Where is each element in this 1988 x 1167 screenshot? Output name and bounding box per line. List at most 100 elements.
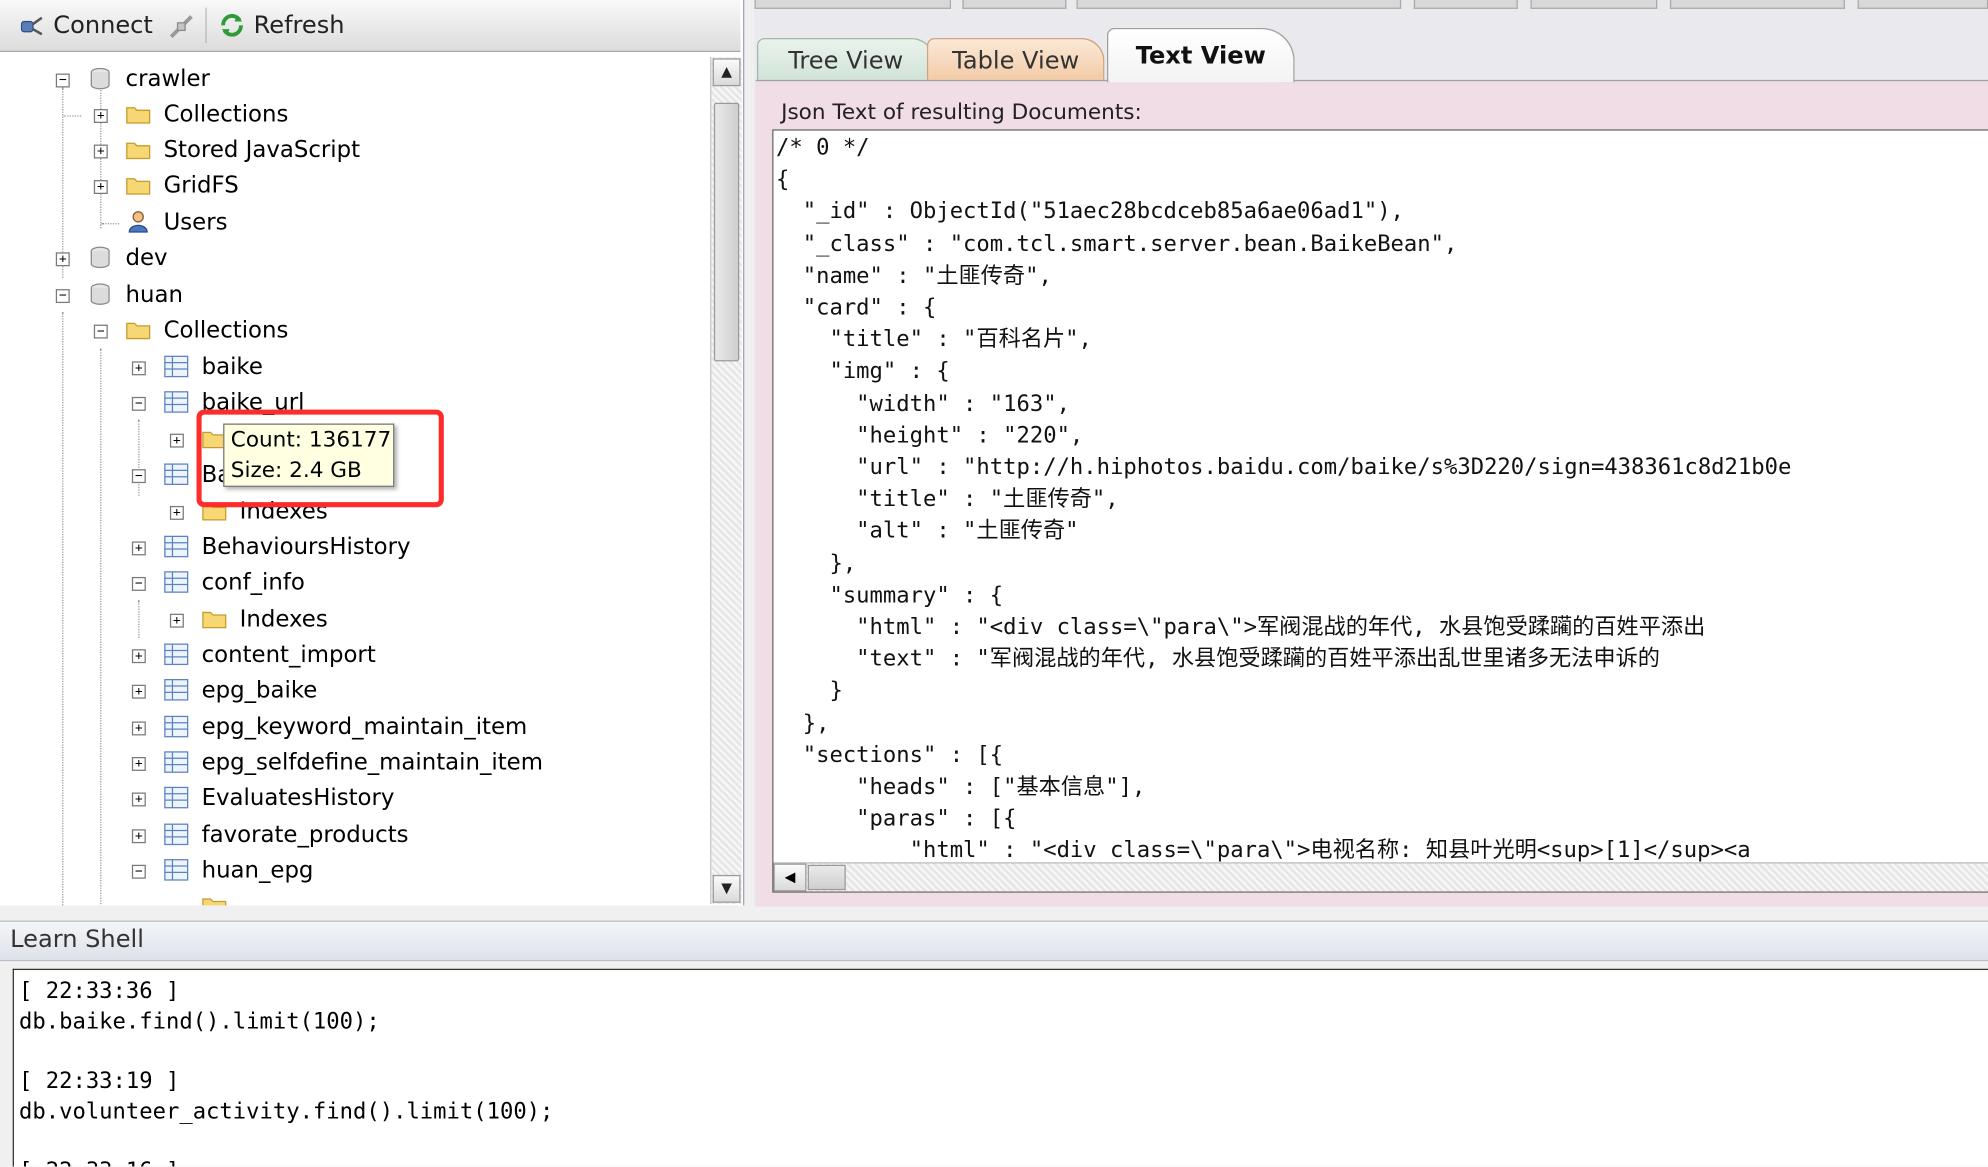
tab-table-view[interactable]: Table View (926, 38, 1105, 83)
expand-toggle[interactable]: + (131, 541, 146, 556)
scrollbar-thumb[interactable] (713, 102, 740, 362)
database-icon (90, 283, 110, 305)
tree-node-conf-info[interactable]: conf_info (202, 568, 305, 598)
folder-icon (126, 142, 151, 160)
top-toolbar-edge (754, 0, 1988, 10)
tree-node-epg-selfdefine-maintain-item[interactable]: epg_selfdefine_maintain_item (202, 748, 543, 778)
tree-node-dev[interactable]: dev (126, 243, 168, 273)
tree-guide (101, 223, 120, 225)
tree-node-crawler[interactable]: crawler (126, 65, 210, 95)
json-line: }, (776, 710, 830, 737)
collection-icon (164, 786, 189, 809)
text-view-panel: Json Text of resulting Documents: /* 0 *… (755, 79, 1988, 907)
expand-toggle[interactable]: + (169, 433, 184, 448)
collapse-toggle[interactable]: − (131, 396, 146, 411)
folder-icon (126, 322, 151, 340)
json-line: "text" : "军阀混战的年代, 水县饱受蹂躏的百姓平添出乱世里诸多无法申诉… (776, 646, 1661, 673)
expand-toggle[interactable]: + (55, 252, 70, 267)
tree-node-favorate-products[interactable]: favorate_products (202, 820, 409, 850)
connect-icon (20, 16, 43, 36)
tree-node-huan-epg[interactable]: huan_epg (202, 856, 314, 886)
json-line: "card" : { (776, 295, 937, 321)
expand-toggle[interactable]: + (169, 505, 184, 520)
shell-history: [ 22:33:36 ] db.baike.find().limit(100); [… (19, 978, 553, 1167)
json-line: "html" : "<div class=\"para\">军阀混战的年代, 水… (776, 615, 1706, 641)
json-line: "height" : "220", (776, 423, 1084, 449)
tree-guide (62, 311, 64, 906)
user-icon (128, 211, 148, 233)
expand-toggle[interactable]: + (131, 792, 146, 807)
refresh-button[interactable]: Refresh (218, 8, 345, 44)
tree-node-huan-collections[interactable]: Collections (164, 316, 289, 346)
expand-toggle[interactable]: + (131, 649, 146, 664)
json-line: } (776, 678, 843, 705)
json-line: { (776, 167, 790, 193)
tree-vertical-scrollbar[interactable]: ▲ ▼ (710, 57, 742, 905)
json-line: "name" : "土匪传奇", (776, 263, 1052, 289)
expand-toggle[interactable]: + (131, 721, 146, 736)
folder-icon (126, 107, 151, 124)
scroll-left-button[interactable]: ◀ (773, 863, 807, 892)
tree-node-epg-baike[interactable]: epg_baike (202, 676, 318, 706)
json-line: "paras" : [{ (776, 806, 1017, 833)
annotation-highlight (196, 409, 444, 508)
disconnect-icon[interactable] (166, 11, 196, 41)
tree-node-gridfs[interactable]: GridFS (164, 171, 239, 201)
tab-text-view[interactable]: Text View (1106, 27, 1295, 83)
tree-node-users[interactable]: Users (164, 208, 228, 238)
json-line: "alt" : "土匪传奇" (776, 519, 1079, 545)
toolbar: Connect Refresh (0, 0, 741, 52)
expand-toggle[interactable]: + (131, 829, 146, 844)
tree-node-epg-keyword-maintain-item[interactable]: epg_keyword_maintain_item (202, 713, 528, 743)
folder-icon (126, 178, 151, 195)
collapse-toggle[interactable]: − (93, 324, 108, 339)
shell-line: [ 22:33:36 ] (19, 978, 180, 1005)
tab-tree-view[interactable]: Tree View (756, 38, 935, 83)
collapse-toggle[interactable]: − (131, 576, 146, 591)
json-line: "img" : { (776, 359, 950, 385)
tree-node-evaluates-history[interactable]: EvaluatesHistory (202, 784, 395, 814)
expand-toggle[interactable]: + (93, 109, 108, 123)
scroll-up-button[interactable]: ▲ (712, 58, 741, 87)
collection-icon (164, 355, 189, 378)
results-pane: Tree View Table View Json Text of result… (754, 0, 1988, 907)
tree-node-crawler-collections[interactable]: Collections (164, 100, 289, 130)
collection-icon (164, 391, 189, 413)
refresh-label: Refresh (253, 11, 345, 40)
toolbar-separator (205, 7, 207, 44)
json-line: /* 0 */ (776, 135, 870, 162)
tree-node-indexes[interactable]: Indexes (240, 605, 328, 635)
folder-icon (202, 611, 227, 629)
expand-toggle[interactable]: + (131, 361, 146, 376)
json-line: }, (776, 551, 857, 577)
json-text-area[interactable]: /* 0 */ { "_id" : ObjectId("51aec28bcdceb… (772, 129, 1988, 893)
tree-node-behaviours-history[interactable]: BehavioursHistory (202, 533, 411, 563)
shell-output[interactable]: [ 22:33:36 ] db.baike.find().limit(100); [… (12, 968, 1988, 1167)
scrollbar-thumb[interactable] (807, 864, 846, 891)
tree-node-huan[interactable]: huan (126, 280, 183, 310)
collection-icon (164, 751, 189, 773)
expand-toggle[interactable]: + (131, 756, 146, 771)
shell-title: Learn Shell (10, 925, 144, 954)
expand-toggle[interactable]: + (169, 613, 184, 628)
json-caption: Json Text of resulting Documents: (781, 100, 1142, 126)
json-line: "summary" : { (776, 583, 1004, 609)
collection-icon (164, 715, 189, 738)
connect-button[interactable]: Connect (18, 8, 153, 44)
collapse-toggle[interactable]: − (55, 289, 70, 304)
collapse-toggle[interactable]: − (131, 469, 146, 484)
json-line: "sections" : [{ (776, 742, 1004, 769)
json-horizontal-scrollbar[interactable]: ◀ (773, 862, 1988, 892)
tree-node-baike[interactable]: baike (202, 353, 263, 383)
scroll-down-button[interactable]: ▼ (712, 874, 741, 903)
tree-node-content-import[interactable]: content_import (202, 640, 376, 670)
database-icon (90, 246, 110, 269)
collapse-toggle[interactable]: − (55, 73, 70, 88)
collection-icon (164, 859, 189, 881)
tree-node-stored-javascript[interactable]: Stored JavaScript (164, 136, 360, 166)
collapse-toggle[interactable]: − (131, 864, 146, 879)
expand-toggle[interactable]: + (131, 684, 146, 699)
expand-toggle[interactable]: + (93, 144, 108, 159)
expand-toggle[interactable]: + (93, 180, 108, 195)
